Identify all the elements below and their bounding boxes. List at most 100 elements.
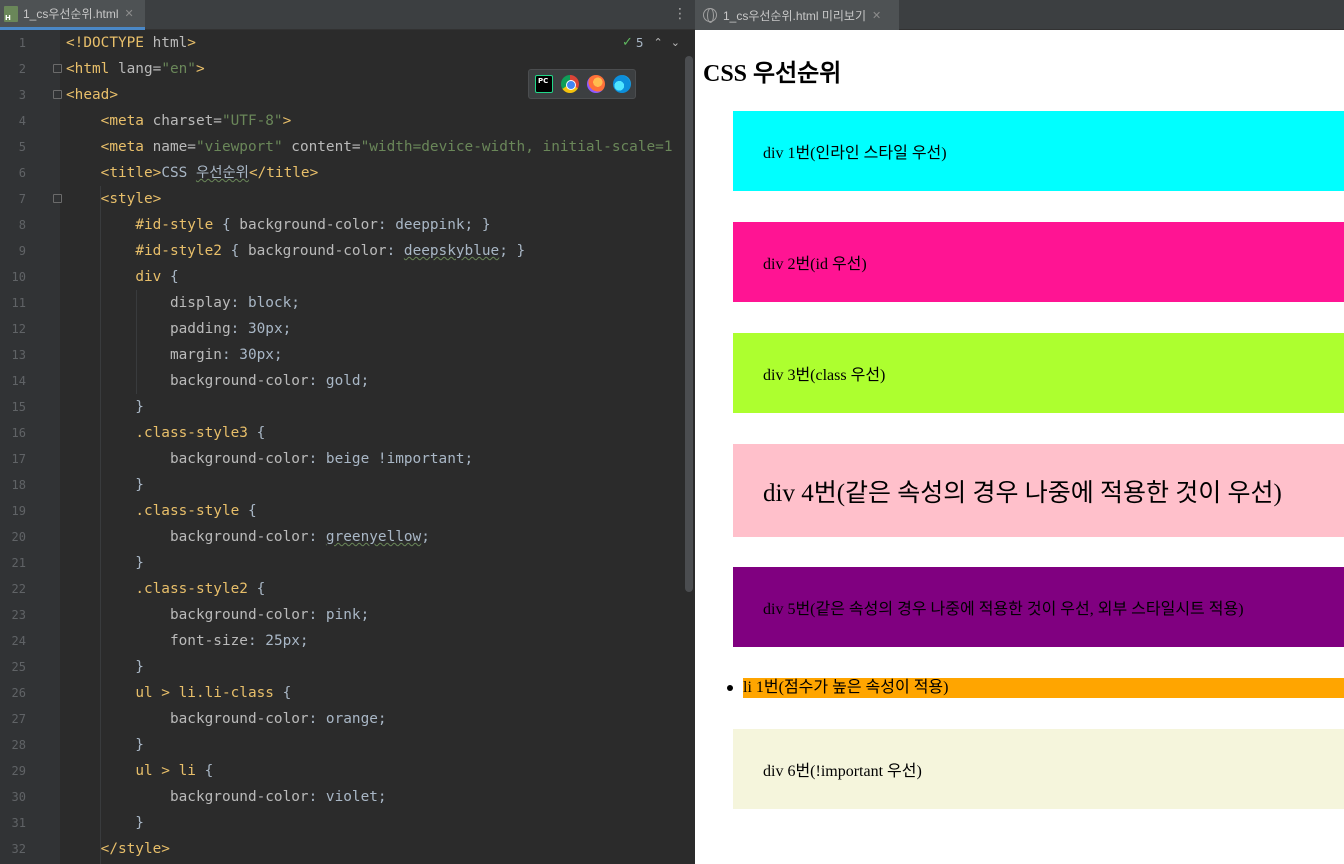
pycharm-icon[interactable]: PC <box>535 75 553 93</box>
code-line[interactable]: #id-style2 { background-color: deepskybl… <box>66 238 686 264</box>
code-line[interactable]: margin: 30px; <box>66 342 686 368</box>
code-token: CSS <box>161 165 196 181</box>
code-token: "width=device-width, initial-scale=1 <box>360 139 673 155</box>
code-line[interactable]: #id-style { background-color: deeppink; … <box>66 212 686 238</box>
div-box-3: div 3번(class 우선) <box>733 333 1344 413</box>
fold-marker-icon[interactable] <box>53 64 62 73</box>
div-box-2: div 2번(id 우선) <box>733 222 1344 302</box>
code-token: background-color <box>169 607 309 623</box>
code-token: "UTF-8" <box>221 113 283 129</box>
indent-guide <box>136 290 137 394</box>
code-line[interactable]: ul > li.li-class { <box>66 680 686 706</box>
code-token: : <box>386 243 404 259</box>
code-token: > <box>282 113 292 129</box>
navigate-arrows-icon[interactable]: ⌃⌄ <box>654 36 688 49</box>
code-line[interactable]: <meta name="viewport" content="width=dev… <box>66 134 686 160</box>
code-token: <head> <box>66 87 118 103</box>
code-token: margin <box>169 347 222 363</box>
code-line[interactable]: } <box>66 472 686 498</box>
line-number: 29 <box>11 764 26 778</box>
code-area[interactable]: <!DOCTYPE html> <html lang="en"> <head> <m… <box>66 30 686 864</box>
browser-popup: PC <box>528 69 636 99</box>
line-number: 32 <box>11 842 26 856</box>
code-line[interactable]: background-color: beige !important; <box>66 446 686 472</box>
code-line[interactable]: .class-style3 { <box>66 420 686 446</box>
code-line[interactable]: } <box>66 810 686 836</box>
fold-marker-icon[interactable] <box>53 194 62 203</box>
line-number: 1 <box>18 36 26 50</box>
code-token: } <box>66 659 144 675</box>
code-line[interactable]: div { <box>66 264 686 290</box>
code-token: : pink; <box>308 607 370 623</box>
code-token: background-color <box>169 373 309 389</box>
line-number: 6 <box>18 166 26 180</box>
code-token: { <box>282 685 292 701</box>
code-line[interactable]: ul > li { <box>66 758 686 784</box>
code-token: name= <box>152 139 196 155</box>
code-token: background-color <box>169 789 309 805</box>
code-line[interactable]: background-color: orange; <box>66 706 686 732</box>
code-line[interactable]: } <box>66 550 686 576</box>
code-editor-pane[interactable]: H 1_cs우선순위.html ✕ ⋮ 1 2 3 4 5 6 7 8 9 10 11 12 13 14 1… <box>0 0 695 864</box>
code-line[interactable]: } <box>66 732 686 758</box>
close-icon[interactable]: ✕ <box>125 7 134 20</box>
code-line[interactable]: background-color: greenyellow; <box>66 524 686 550</box>
code-token: <style> <box>100 191 162 207</box>
edge-icon[interactable] <box>613 75 631 93</box>
code-line[interactable]: background-color: gold; <box>66 368 686 394</box>
code-line[interactable]: background-color: pink; <box>66 602 686 628</box>
code-token: #id-style2 <box>135 243 231 259</box>
code-line[interactable]: } <box>66 394 686 420</box>
code-line[interactable]: <meta charset="UTF-8"> <box>66 108 686 134</box>
code-line[interactable]: <style> <box>66 186 686 212</box>
line-number: 16 <box>11 426 26 440</box>
close-icon[interactable]: ✕ <box>872 9 881 22</box>
code-line[interactable]: background-color: violet; <box>66 784 686 810</box>
code-token: 우선순위 <box>195 165 249 181</box>
line-number: 28 <box>11 738 26 752</box>
code-token: .class-style <box>135 503 248 519</box>
code-token: div <box>135 269 170 285</box>
fold-marker-icon[interactable] <box>53 90 62 99</box>
code-line[interactable]: <title>CSS 우선순위</title> <box>66 160 686 186</box>
editor-tab-active[interactable]: H 1_cs우선순위.html ✕ <box>0 0 145 30</box>
chrome-icon[interactable] <box>561 75 579 93</box>
code-line[interactable]: } <box>66 654 686 680</box>
code-line[interactable]: font-size: 25px; <box>66 628 686 654</box>
list-bullet <box>727 685 733 691</box>
preview-tab[interactable]: 1_cs우선순위.html 미리보기 ✕ <box>695 0 899 30</box>
line-number: 8 <box>18 218 26 232</box>
code-line[interactable]: .class-style { <box>66 498 686 524</box>
line-number: 27 <box>11 712 26 726</box>
div-box-5: div 5번(같은 속성의 경우 나중에 적용한 것이 우선, 외부 스타일시트… <box>733 567 1344 647</box>
code-token: #id-style <box>135 217 222 233</box>
code-token: { <box>256 425 266 441</box>
inspection-widget[interactable]: ✓ 5 ⌃⌄ <box>622 35 688 50</box>
code-line[interactable]: display: block; <box>66 290 686 316</box>
line-number: 19 <box>11 504 26 518</box>
line-number: 9 <box>18 244 26 258</box>
code-line[interactable]: .class-style2 { <box>66 576 686 602</box>
line-number: 10 <box>11 270 26 284</box>
firefox-icon[interactable] <box>587 75 605 93</box>
code-token: charset= <box>152 113 222 129</box>
div-box-6: div 6번(!important 우선) <box>733 729 1344 809</box>
code-token: { <box>169 269 179 285</box>
code-line[interactable]: padding: 30px; <box>66 316 686 342</box>
line-number: 15 <box>11 400 26 414</box>
more-options-icon[interactable]: ⋮ <box>673 7 687 21</box>
line-number: 13 <box>11 348 26 362</box>
code-token: .class-style2 <box>135 581 257 597</box>
preview-pane: 1_cs우선순위.html 미리보기 ✕ CSS 우선순위 div 1번(인라인… <box>695 0 1344 864</box>
editor-scrollbar[interactable] <box>685 56 693 592</box>
code-line[interactable]: </style> <box>66 836 686 862</box>
line-number: 2 <box>18 62 26 76</box>
code-line[interactable]: <!DOCTYPE html> <box>66 30 686 56</box>
line-number: 11 <box>11 296 26 310</box>
code-token: > <box>195 61 205 77</box>
